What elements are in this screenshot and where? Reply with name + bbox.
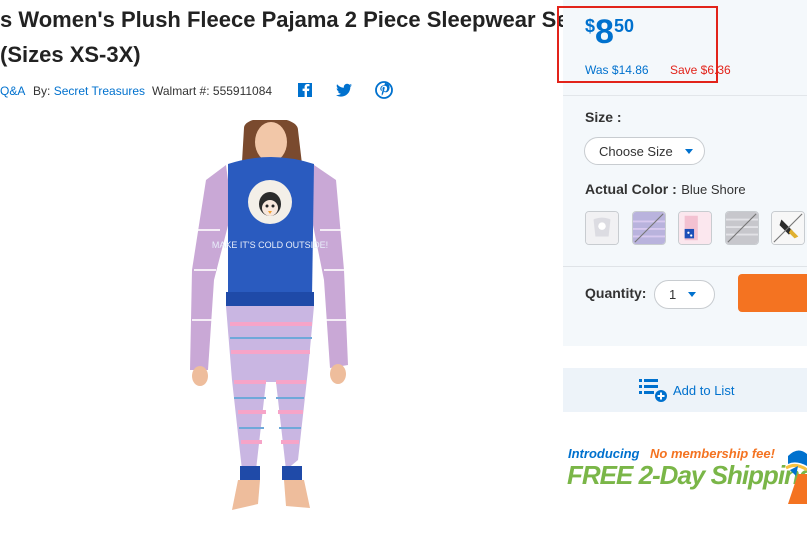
- pajama-slogan: MAKE IT'S COLD OUTSIDE!: [212, 240, 328, 250]
- size-label: Size :: [585, 109, 622, 125]
- product-title: s Women's Plush Fleece Pajama 2 Piece Sl…: [0, 2, 576, 73]
- add-to-list-icon[interactable]: [638, 377, 668, 403]
- promo-no-membership: No membership fee!: [650, 446, 775, 461]
- color-swatch-1[interactable]: [585, 211, 619, 245]
- brand-link[interactable]: Secret Treasures: [54, 84, 145, 98]
- promo-introducing: Introducing: [568, 446, 640, 461]
- qa-link-wrap: Q&A: [0, 84, 25, 98]
- price-highlight-box: [557, 6, 718, 83]
- product-title-line1: s Women's Plush Fleece Pajama 2 Piece Sl…: [0, 7, 576, 32]
- color-swatch-4[interactable]: [725, 211, 759, 245]
- add-to-cart-button[interactable]: [738, 274, 807, 312]
- twitter-icon[interactable]: [334, 80, 354, 100]
- chevron-down-icon: [688, 292, 697, 297]
- walmart-number-value: 555911084: [212, 84, 273, 98]
- pinterest-icon[interactable]: [374, 80, 394, 100]
- quantity-label: Quantity:: [585, 285, 647, 301]
- facebook-icon[interactable]: [295, 80, 315, 100]
- shipping-mascot-icon: [784, 446, 807, 504]
- walmart-number-label: Walmart #:: [152, 84, 210, 98]
- walmart-number: Walmart #: 555911084: [152, 84, 272, 98]
- chevron-down-icon: [684, 148, 693, 154]
- add-to-list-label[interactable]: Add to List: [673, 383, 734, 398]
- quantity-select[interactable]: 1: [654, 280, 715, 309]
- by-label: By:: [33, 84, 51, 98]
- color-swatch-5[interactable]: [771, 211, 805, 245]
- color-label: Actual Color :: [585, 181, 677, 197]
- quantity-value: 1: [669, 287, 677, 302]
- promo-free-shipping[interactable]: FREE 2-Day Shipping: [567, 460, 807, 491]
- color-swatch-3[interactable]: [678, 211, 712, 245]
- color-swatch-2[interactable]: [632, 211, 666, 245]
- choose-size-label: Choose Size: [599, 143, 673, 159]
- color-value: Blue Shore: [681, 182, 746, 197]
- qa-link[interactable]: Q&A: [0, 84, 25, 98]
- choose-size-button[interactable]: Choose Size: [584, 137, 705, 165]
- brand-line: By: Secret Treasures: [33, 84, 145, 98]
- options-divider: [563, 266, 807, 267]
- product-title-line2: (Sizes XS-3X): [0, 42, 141, 67]
- actual-color: Actual Color : Blue Shore: [585, 181, 746, 199]
- product-image[interactable]: MAKE IT'S COLD OUTSIDE!: [186, 117, 354, 551]
